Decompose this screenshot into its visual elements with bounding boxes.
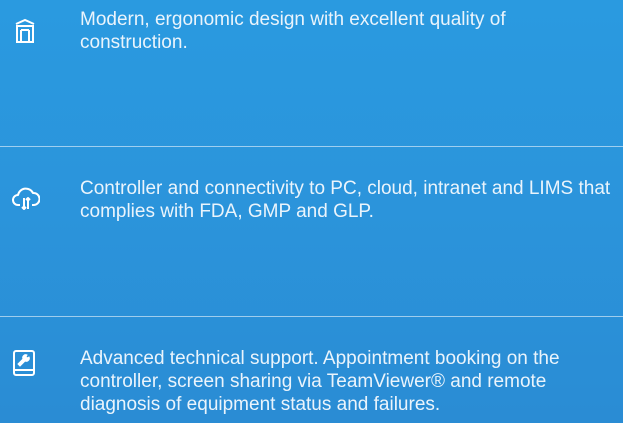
cabinet-icon <box>12 18 38 44</box>
feature-text: Advanced technical support. Appointment … <box>80 348 560 415</box>
tablet-wrench-icon <box>12 350 38 376</box>
divider <box>0 146 623 147</box>
divider <box>0 316 623 317</box>
feature-text: Controller and connectivity to PC, cloud… <box>80 178 611 222</box>
feature-text: Modern, ergonomic design with excellent … <box>80 9 506 53</box>
cloud-sync-icon <box>12 185 41 211</box>
